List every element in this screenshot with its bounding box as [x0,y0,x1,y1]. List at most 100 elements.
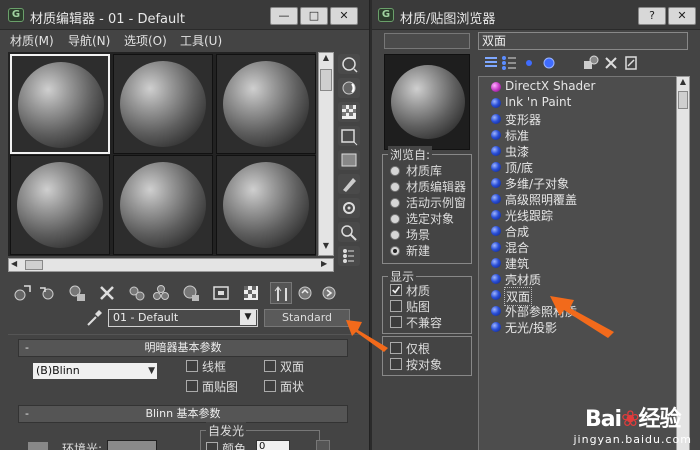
clear-material-library-icon[interactable] [622,54,640,72]
sample-slot-4[interactable] [10,155,110,255]
view-list-icons-icon[interactable] [500,54,518,72]
material-editor-titlebar[interactable]: G 材质编辑器 - 01 - Default — □ ✕ [0,0,369,30]
wire-checkbox[interactable] [186,360,198,372]
show-maps-checkbox[interactable] [390,300,402,312]
by-object-checkbox[interactable] [390,358,402,370]
close-button[interactable]: ✕ [330,7,358,25]
put-to-library-icon[interactable] [180,282,202,304]
two-sided-checkbox[interactable] [264,360,276,372]
blinn-rollout-header[interactable]: - Blinn 基本参数 [18,405,348,423]
hscroll-thumb[interactable] [25,260,43,270]
scroll-down-icon[interactable]: ▼ [319,241,333,253]
self-illum-color-checkbox[interactable] [206,442,218,450]
material-name-input[interactable]: 01 - Default [108,309,258,327]
watermark-site: jingyan.baidu.com [573,433,692,446]
scroll-up-icon[interactable]: ▲ [677,77,689,89]
menu-options[interactable]: 选项(O) [124,32,167,49]
material-effects-channel-icon[interactable] [210,282,232,304]
slots-horizontal-scrollbar[interactable]: ◀ ▶ [8,258,334,272]
go-to-parent-icon[interactable] [294,282,316,304]
self-illum-spinner[interactable]: 0 [256,440,290,450]
sample-slot-5[interactable] [113,155,213,255]
scroll-thumb[interactable] [678,91,688,109]
slots-vertical-scrollbar[interactable]: ▲ ▼ [318,52,334,256]
show-map-in-viewport-icon[interactable] [240,282,262,304]
scroll-left-icon[interactable]: ◀ [11,259,21,271]
shader-type-select[interactable]: (B)Blinn ▼ [32,362,158,380]
browse-library-radio[interactable] [390,166,400,176]
material-list-scrollbar[interactable]: ▲ [676,76,690,450]
browse-editor-radio[interactable] [390,182,400,192]
put-to-scene-icon[interactable] [36,282,58,304]
chevron-down-icon[interactable]: ▼ [240,310,256,325]
material-name-field[interactable] [384,33,470,49]
annotation-arrow-standard [344,314,392,352]
go-forward-to-sibling-icon[interactable] [318,282,340,304]
browse-scene-radio[interactable] [390,230,400,240]
sample-type-icon[interactable] [338,54,360,74]
browser-toolbar [478,54,688,74]
show-end-result-icon[interactable] [270,282,292,304]
help-button[interactable]: ? [638,7,666,25]
menu-navigation[interactable]: 导航(N) [68,32,110,49]
pick-material-eyedropper-icon[interactable] [84,308,104,328]
uv-tiling-icon[interactable] [338,126,360,146]
maximize-button[interactable]: □ [300,7,328,25]
lock-ambient-button[interactable] [28,442,48,450]
options-icon[interactable] [338,198,360,218]
backlight-icon[interactable] [338,78,360,98]
material-ball-icon [491,210,501,220]
select-by-material-icon[interactable] [338,222,360,242]
app-icon: G [8,8,24,22]
make-copy-icon[interactable] [126,282,148,304]
material-toolbar [8,282,362,306]
reset-map-icon[interactable] [96,282,118,304]
faceted-checkbox[interactable] [264,380,276,392]
shader-rollout-header[interactable]: - 明暗器基本参数 [18,339,348,357]
material-map-navigator-icon[interactable] [338,246,360,266]
update-scene-materials-icon[interactable] [582,54,600,72]
view-small-icons-icon[interactable] [520,54,538,72]
get-material-icon[interactable] [12,282,34,304]
chevron-down-icon: ▼ [148,366,155,376]
material-sphere [120,61,206,147]
material-ball-icon [491,322,501,332]
annotation-arrow-double-sided [548,292,618,338]
menu-material[interactable]: 材质(M) [10,32,54,49]
video-color-check-icon[interactable] [338,150,360,170]
show-materials-checkbox[interactable] [390,284,402,296]
browse-active-slot-radio[interactable] [390,198,400,208]
self-illum-map-button[interactable] [316,440,330,450]
close-button[interactable]: ✕ [668,7,696,25]
ambient-color-swatch[interactable] [107,440,157,450]
sample-slot-2[interactable] [113,54,213,154]
view-list-icon[interactable] [482,54,500,72]
material-browser-titlebar[interactable]: G 材质/贴图浏览器 ? ✕ [372,0,700,30]
make-preview-icon[interactable] [338,174,360,194]
make-unique-icon[interactable] [150,282,172,304]
faceted-label: 面状 [280,380,305,394]
assign-to-selection-icon[interactable] [66,282,88,304]
sample-slot-6[interactable] [216,155,316,255]
delete-from-library-icon[interactable] [602,54,620,72]
minimize-button[interactable]: — [270,7,298,25]
browse-new-radio[interactable] [390,246,400,256]
scroll-right-icon[interactable]: ▶ [321,259,331,271]
menu-tools[interactable]: 工具(U) [180,32,222,49]
self-illum-color-label: 颜色 [222,442,247,450]
sample-slot-3[interactable] [216,54,316,154]
material-type-button[interactable]: Standard [264,309,350,327]
shader-rollout-title: 明暗器基本参数 [144,341,222,354]
browse-editor-label: 材质编辑器 [406,180,467,194]
search-input[interactable]: 双面 [478,32,688,50]
background-icon[interactable] [338,102,360,122]
scroll-thumb[interactable] [320,69,332,91]
material-browser-title: 材质/贴图浏览器 [400,12,496,27]
browse-selected-radio[interactable] [390,214,400,224]
collapse-icon: - [25,341,29,354]
scroll-up-icon[interactable]: ▲ [319,53,333,65]
sample-slot-1[interactable] [10,54,110,154]
view-large-icons-icon[interactable] [540,54,558,72]
root-only-label: 仅根 [406,342,431,356]
face-map-checkbox[interactable] [186,380,198,392]
